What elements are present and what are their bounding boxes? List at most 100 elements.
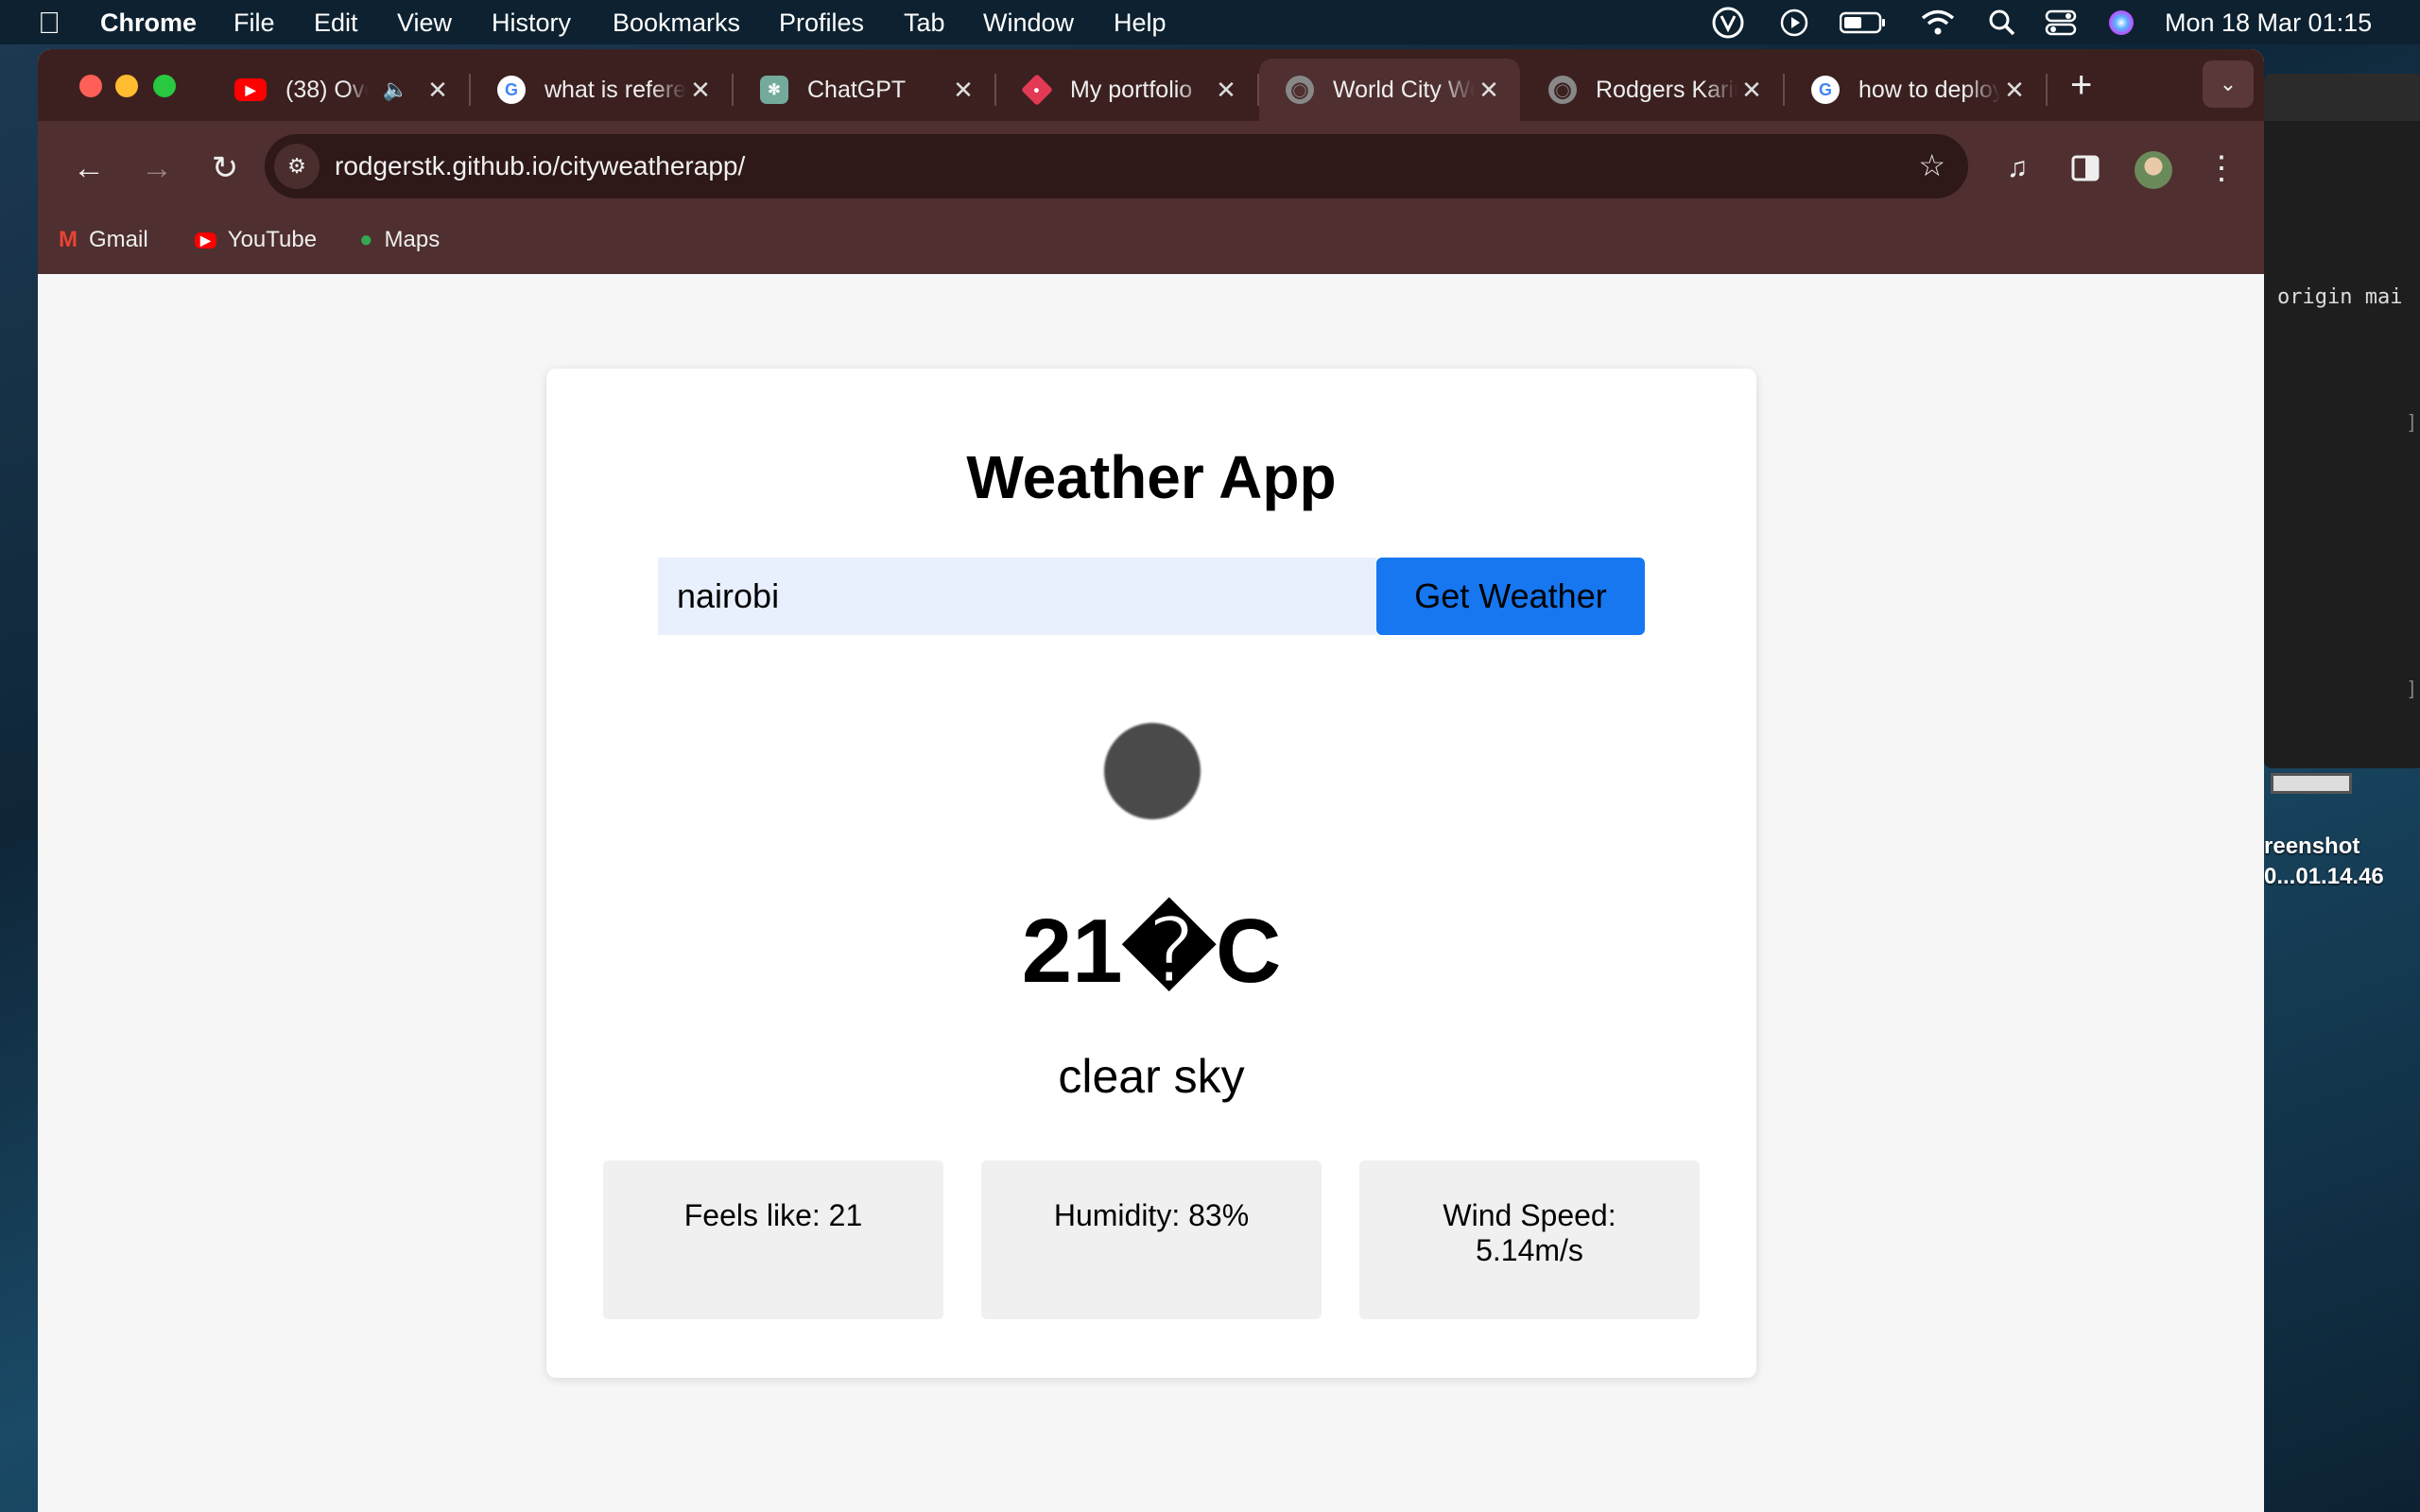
speaker-icon[interactable]: 🔈 [383, 77, 408, 102]
menu-history[interactable]: History [492, 9, 571, 38]
humidity-box: Humidity: 83% [981, 1160, 1322, 1319]
page-viewport: Weather App Get Weather 21�C clear sky F… [38, 274, 2264, 1512]
battery-icon[interactable] [1839, 6, 1888, 40]
back-arrow-icon[interactable]: ← [62, 142, 115, 195]
chrome-window: ▶ (38) Overview 🔈 ✕ G what is reference … [38, 49, 2264, 1512]
menu-view[interactable]: View [397, 9, 452, 38]
youtube-icon: ▶ [195, 232, 216, 249]
browser-toolbar: ← → ↻ ⚙ rodgerstk.github.io/cityweathera… [38, 121, 2264, 215]
bookmark-youtube[interactable]: ▶ YouTube [195, 227, 317, 253]
bookmark-maps[interactable]: ● Maps [359, 227, 440, 253]
terminal-bracket: ] [2409, 679, 2414, 699]
page-title: Weather App [966, 443, 1337, 511]
menu-bar:  Chrome File Edit View History Bookmark… [0, 0, 2420, 44]
menu-clock[interactable]: Mon 18 Mar 01:15 [2165, 9, 2372, 38]
tab-search-chevron-icon[interactable]: ⌄ [2203, 60, 2254, 108]
tab-title: (38) Overview [285, 76, 368, 103]
weather-condition-icon [1104, 723, 1201, 819]
tab-youtube[interactable]: ▶ (38) Overview 🔈 ✕ [208, 59, 471, 121]
minimize-window-button[interactable] [115, 75, 138, 97]
humidity-text: Humidity: 83% [1053, 1198, 1250, 1232]
menu-window[interactable]: Window [983, 9, 1074, 38]
feels-like-box: Feels like: 21 [603, 1160, 943, 1319]
tab-my-portfolio[interactable]: ● My portfolio ✕ [996, 59, 1259, 121]
maps-pin-icon: ● [359, 227, 373, 252]
vpn-status-icon[interactable] [1711, 6, 1745, 40]
reload-icon[interactable]: ↻ [199, 142, 251, 195]
chatgpt-icon: ✼ [760, 76, 788, 104]
bookmark-label: YouTube [227, 227, 318, 252]
menu-app-chrome[interactable]: Chrome [100, 9, 197, 38]
menu-profiles[interactable]: Profiles [779, 9, 864, 38]
profile-avatar[interactable] [2135, 151, 2172, 189]
bookmarks-bar: M Gmail ▶ YouTube ● Maps [38, 215, 2264, 274]
tab-world-city-weather[interactable]: ◉ World City Weather ✕ [1259, 59, 1520, 121]
close-tab-icon[interactable]: ✕ [2000, 76, 2029, 105]
tab-title: Rodgers Kariuki [1596, 76, 1737, 103]
close-tab-icon[interactable]: ✕ [1212, 76, 1240, 105]
close-tab-icon[interactable]: ✕ [949, 76, 977, 105]
tab-separator [2046, 74, 2048, 106]
tab-title: World City Weather [1333, 76, 1475, 103]
gmail-icon: M [59, 227, 78, 252]
city-search-input[interactable] [658, 558, 1376, 635]
menu-tab[interactable]: Tab [904, 9, 945, 38]
terminal-bracket: ] [2409, 412, 2414, 433]
tab-title: My portfolio [1070, 76, 1193, 103]
tab-title: how to deploy [1858, 76, 2000, 103]
tab-chatgpt[interactable]: ✼ ChatGPT ✕ [734, 59, 996, 121]
close-tab-icon[interactable]: ✕ [686, 76, 715, 105]
tab-title: what is reference [544, 76, 686, 103]
menu-help[interactable]: Help [1114, 9, 1167, 38]
url-text[interactable]: rodgerstk.github.io/cityweatherapp/ [335, 151, 745, 181]
wind-speed-box: Wind Speed: 5.14m/s [1359, 1160, 1700, 1319]
more-menu-icon[interactable]: ⋮ [2193, 140, 2250, 197]
terminal-text: origin mai [2277, 285, 2403, 309]
siri-icon[interactable] [2104, 6, 2138, 40]
get-weather-button[interactable]: Get Weather [1376, 558, 1645, 635]
tab-strip: ▶ (38) Overview 🔈 ✕ G what is reference … [38, 49, 2264, 121]
close-tab-icon[interactable]: ✕ [1475, 76, 1503, 105]
control-center-icon[interactable] [2042, 6, 2080, 40]
forward-arrow-icon[interactable]: → [130, 142, 183, 195]
wifi-icon[interactable] [1919, 6, 1957, 40]
file-name-line: reenshot [2264, 833, 2360, 859]
close-window-button[interactable] [79, 75, 102, 97]
weather-card: Weather App Get Weather 21�C clear sky F… [546, 369, 1756, 1378]
wind-speed-value: 5.14m/s [1476, 1233, 1583, 1267]
bookmark-star-icon[interactable]: ☆ [1918, 147, 1945, 183]
tab-how-to-deploy[interactable]: G how to deploy ✕ [1785, 59, 2048, 121]
tab-rodgers-kariuki[interactable]: ◉ Rodgers Kariuki ✕ [1522, 59, 1785, 121]
menu-edit[interactable]: Edit [314, 9, 358, 38]
close-tab-icon[interactable]: ✕ [424, 76, 452, 105]
side-panel-icon[interactable] [2057, 140, 2114, 197]
desktop-screenshot-file[interactable]: reenshot 0...01.14.46 [2264, 832, 2384, 892]
spotlight-search-icon[interactable] [1985, 6, 2019, 40]
terminal-titlebar [2264, 74, 2420, 121]
background-terminal-window: origin mai ] ] [2264, 74, 2420, 768]
address-bar[interactable]: ⚙ rodgerstk.github.io/cityweatherapp/ ☆ [265, 134, 1968, 198]
media-control-icon[interactable]: ♫ [1989, 140, 2046, 197]
bookmark-label: Gmail [89, 227, 148, 252]
menu-file[interactable]: File [233, 9, 275, 38]
menu-bookmarks[interactable]: Bookmarks [613, 9, 740, 38]
weather-description: clear sky [1058, 1050, 1245, 1103]
media-play-icon[interactable] [1777, 6, 1811, 40]
google-icon: G [497, 76, 526, 104]
youtube-icon: ▶ [234, 78, 267, 101]
bookmark-label: Maps [384, 227, 441, 252]
new-tab-plus-icon[interactable]: + [2070, 64, 2092, 107]
tab-google-reference[interactable]: G what is reference ✕ [471, 59, 734, 121]
zoom-window-button[interactable] [153, 75, 176, 97]
bookmark-gmail[interactable]: M Gmail [59, 227, 148, 253]
apple-menu-icon[interactable]:  [38, 6, 60, 41]
globe-icon: ◉ [1548, 76, 1577, 104]
tab-title: ChatGPT [807, 76, 907, 103]
portfolio-icon: ● [1021, 74, 1053, 106]
wind-speed-label: Wind Speed: [1443, 1198, 1616, 1232]
close-tab-icon[interactable]: ✕ [1737, 76, 1766, 105]
feels-like-text: Feels like: 21 [683, 1198, 863, 1232]
screenshot-thumbnail[interactable] [2271, 773, 2352, 794]
site-settings-icon[interactable]: ⚙ [274, 144, 320, 189]
temperature-display: 21�C [1021, 901, 1282, 1002]
